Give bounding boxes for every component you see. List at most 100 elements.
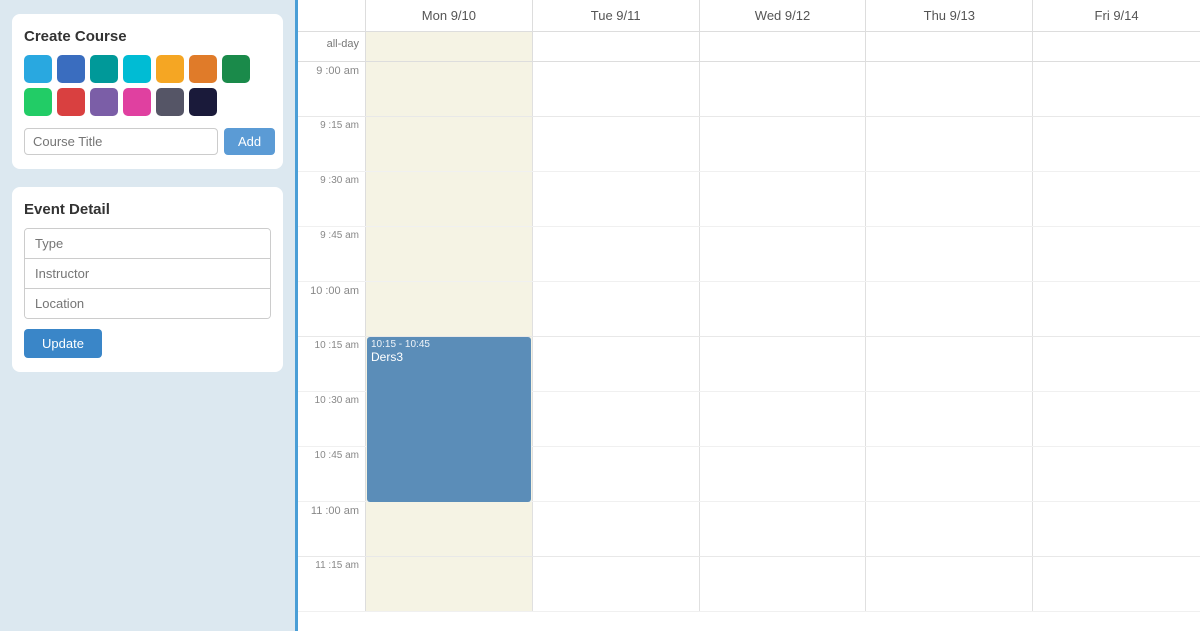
color-swatch-pink[interactable] [123, 88, 151, 116]
color-swatch-blue-mid[interactable] [57, 55, 85, 83]
create-course-title: Create Course [24, 28, 271, 45]
time-cell-9-3[interactable] [866, 557, 1033, 611]
time-cell-0-1[interactable] [533, 62, 700, 116]
time-cell-1-1[interactable] [533, 117, 700, 171]
time-cell-3-1[interactable] [533, 227, 700, 281]
time-cell-2-2[interactable] [700, 172, 867, 226]
time-cell-5-1[interactable] [533, 337, 700, 391]
left-panel: Create Course Add Event Detail Update [0, 0, 295, 631]
color-swatch-amber[interactable] [189, 55, 217, 83]
time-cell-8-1[interactable] [533, 502, 700, 556]
time-cell-7-3[interactable] [866, 447, 1033, 501]
calendar-panel: Mon 9/10Tue 9/11Wed 9/12Thu 9/13Fri 9/14… [295, 0, 1200, 631]
time-cell-1-3[interactable] [866, 117, 1033, 171]
color-swatch-navy[interactable] [189, 88, 217, 116]
time-cell-0-2[interactable] [700, 62, 867, 116]
color-swatch-teal[interactable] [90, 55, 118, 83]
time-cell-5-3[interactable] [866, 337, 1033, 391]
time-cell-3-4[interactable] [1033, 227, 1200, 281]
time-cell-4-3[interactable] [866, 282, 1033, 336]
event-block-event1[interactable]: 10:15 - 10:45Ders3 [367, 337, 531, 502]
header-day-3: Thu 9/13 [866, 0, 1033, 31]
time-cell-9-4[interactable] [1033, 557, 1200, 611]
color-swatch-gray-dark[interactable] [156, 88, 184, 116]
allday-cell-1[interactable] [533, 32, 700, 61]
time-cell-7-2[interactable] [700, 447, 867, 501]
time-cell-1-2[interactable] [700, 117, 867, 171]
time-label-4: 10 :00 am [298, 282, 366, 336]
course-title-input[interactable] [24, 128, 218, 155]
allday-cell-3[interactable] [866, 32, 1033, 61]
time-row-5: 10 :15 am10:15 - 10:45Ders3 [298, 337, 1200, 392]
color-swatch-cyan[interactable] [123, 55, 151, 83]
time-row-3: 9 :45 am [298, 227, 1200, 282]
time-cell-3-3[interactable] [866, 227, 1033, 281]
time-cell-1-4[interactable] [1033, 117, 1200, 171]
time-cell-8-4[interactable] [1033, 502, 1200, 556]
time-cell-7-4[interactable] [1033, 447, 1200, 501]
color-swatch-blue-light[interactable] [24, 55, 52, 83]
time-row-4: 10 :00 am [298, 282, 1200, 337]
time-cell-0-3[interactable] [866, 62, 1033, 116]
color-swatch-green-light[interactable] [24, 88, 52, 116]
time-cell-1-0[interactable] [366, 117, 533, 171]
color-swatch-red[interactable] [57, 88, 85, 116]
time-cell-5-0[interactable]: 10:15 - 10:45Ders3 [366, 337, 533, 391]
time-cell-9-0[interactable] [366, 557, 533, 611]
time-label-1: 9 :15 am [298, 117, 366, 171]
allday-row: all-day [298, 32, 1200, 62]
time-cell-2-3[interactable] [866, 172, 1033, 226]
time-cell-6-2[interactable] [700, 392, 867, 446]
add-course-button[interactable]: Add [224, 128, 275, 155]
update-button[interactable]: Update [24, 329, 102, 358]
time-cell-6-3[interactable] [866, 392, 1033, 446]
time-cell-0-0[interactable] [366, 62, 533, 116]
time-label-6: 10 :30 am [298, 392, 366, 446]
time-cell-5-4[interactable] [1033, 337, 1200, 391]
time-cell-4-2[interactable] [700, 282, 867, 336]
time-cell-9-2[interactable] [700, 557, 867, 611]
time-row-9: 11 :15 am [298, 557, 1200, 612]
time-cell-4-1[interactable] [533, 282, 700, 336]
time-cell-3-2[interactable] [700, 227, 867, 281]
event-instructor-input[interactable] [25, 259, 270, 289]
time-label-9: 11 :15 am [298, 557, 366, 611]
time-cell-8-3[interactable] [866, 502, 1033, 556]
time-cell-6-4[interactable] [1033, 392, 1200, 446]
time-cell-7-1[interactable] [533, 447, 700, 501]
color-palette [24, 55, 271, 116]
time-cell-6-1[interactable] [533, 392, 700, 446]
time-row-1: 9 :15 am [298, 117, 1200, 172]
event-time-event1: 10:15 - 10:45 [371, 339, 527, 350]
color-swatch-purple[interactable] [90, 88, 118, 116]
time-grid: 9 :00 am9 :15 am9 :30 am9 :45 am10 :00 a… [298, 62, 1200, 612]
event-location-input[interactable] [25, 289, 270, 318]
time-cell-5-2[interactable] [700, 337, 867, 391]
allday-cell-4[interactable] [1033, 32, 1200, 61]
time-label-7: 10 :45 am [298, 447, 366, 501]
time-label-8: 11 :00 am [298, 502, 366, 556]
color-swatch-orange[interactable] [156, 55, 184, 83]
time-cell-3-0[interactable] [366, 227, 533, 281]
time-cell-9-1[interactable] [533, 557, 700, 611]
color-swatch-green-dark[interactable] [222, 55, 250, 83]
time-cell-4-4[interactable] [1033, 282, 1200, 336]
calendar-header: Mon 9/10Tue 9/11Wed 9/12Thu 9/13Fri 9/14 [298, 0, 1200, 32]
allday-cell-2[interactable] [700, 32, 867, 61]
time-cell-8-0[interactable] [366, 502, 533, 556]
time-cell-8-2[interactable] [700, 502, 867, 556]
time-label-3: 9 :45 am [298, 227, 366, 281]
event-detail-section: Event Detail Update [12, 187, 283, 372]
header-day-2: Wed 9/12 [700, 0, 867, 31]
time-cell-2-4[interactable] [1033, 172, 1200, 226]
allday-cell-0[interactable] [366, 32, 533, 61]
time-label-2: 9 :30 am [298, 172, 366, 226]
event-title-event1: Ders3 [371, 350, 527, 364]
event-type-input[interactable] [25, 229, 270, 259]
header-day-0: Mon 9/10 [366, 0, 533, 31]
time-cell-2-1[interactable] [533, 172, 700, 226]
event-detail-title: Event Detail [24, 201, 271, 218]
time-cell-4-0[interactable] [366, 282, 533, 336]
time-cell-0-4[interactable] [1033, 62, 1200, 116]
time-cell-2-0[interactable] [366, 172, 533, 226]
